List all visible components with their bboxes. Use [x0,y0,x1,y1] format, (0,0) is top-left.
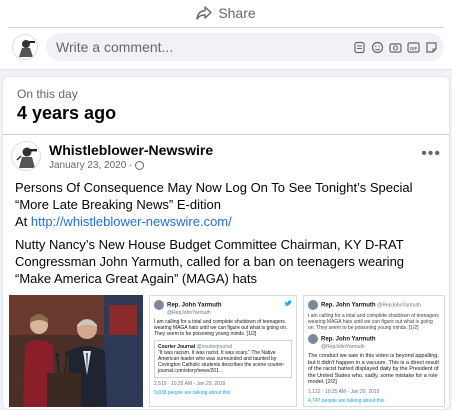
memory-card: On this day 4 years ago Whistleblower-Ne… [2,76,450,410]
tweet-body: I am calling for a total and complete sh… [308,313,439,331]
on-this-day-label: On this day [17,87,78,101]
press-photo[interactable] [9,295,143,407]
reply-footer: 4,747 people are talking about this [308,397,385,404]
photo-illustration [9,295,143,407]
quoted-tweet: Courier Journal @courierjournal "It was … [154,340,292,378]
tweet-handle: @RepJohnYarmuth [167,310,211,316]
comment-input[interactable]: Write a comment... GIF [46,33,444,61]
post-link-line: At http://whistleblower-newswire.com/ [15,213,439,230]
tweet-author: Rep. John Yarmuth [321,302,376,309]
reply-author-row: Rep. John Yarmuth @RepJohnYarmuth [308,334,440,350]
globe-icon [135,161,145,170]
reply-body: The conduct we saw in this video is beyo… [308,353,439,385]
page-avatar[interactable] [11,141,41,171]
share-button[interactable]: Share [0,0,452,26]
tweet-avatar [308,300,318,310]
emoji-icon[interactable] [371,41,384,54]
tweet-handle: @RepJohnYarmuth [377,302,421,309]
whistleblower-logo-icon [16,147,37,168]
gif-icon[interactable]: GIF [407,41,420,54]
tweet-body: I am calling for a total and complete sh… [154,319,288,337]
divider [3,134,449,135]
reply-meta: 1,122 · 10:25 AM - Jan 20, 2019 [308,388,380,395]
quote-body: "It was racism. It was racist. It was sc… [158,350,285,374]
comment-sticker-icon[interactable] [425,41,438,54]
tweet-footer: 9,038 people are talking about this [154,390,231,396]
reply-author: Rep. John Yarmuth [321,336,376,343]
post-body: Persons Of Consequence May Now Log On To… [15,179,439,293]
post-line-2: Nutty Nancy’s New House Budget Committee… [15,237,405,286]
post-date[interactable]: January 23, 2020 · [49,160,145,171]
avatar-figure-icon [19,40,35,57]
comment-placeholder[interactable]: Write a comment... [56,39,353,55]
tweet-author-row: Rep. John Yarmuth @RepJohnYarmuth [308,300,440,310]
comment-tools: GIF [353,41,438,54]
tweet-screenshot-1[interactable]: Rep. John Yarmuth @RepJohnYarmuth I am c… [149,295,297,407]
reply-handle: @RepJohnYarmuth [321,344,365,350]
tweet-author: Rep. John Yarmuth [167,302,222,309]
years-ago-heading: 4 years ago [17,103,117,123]
tweet-screenshot-2[interactable]: Rep. John Yarmuth @RepJohnYarmuth I am c… [303,295,445,407]
post-images[interactable]: Rep. John Yarmuth @RepJohnYarmuth I am c… [9,295,445,407]
twitter-bird-icon [284,300,292,306]
sticker-icon[interactable] [353,41,366,54]
post-line-1: Persons Of Consequence May Now Log On To… [15,180,413,212]
comment-row: Write a comment... GIF [12,33,444,61]
svg-text:GIF: GIF [410,45,418,50]
tweet-author-row: Rep. John Yarmuth @RepJohnYarmuth [154,300,292,316]
post-header: Whistleblower-Newswire January 23, 2020 … [11,141,441,175]
link-prefix: At [15,214,31,229]
share-label[interactable]: Share [218,5,255,21]
share-arrow-icon [196,6,213,20]
camera-icon[interactable] [389,41,402,54]
post-author[interactable]: Whistleblower-Newswire [49,142,213,158]
post-link[interactable]: http://whistleblower-newswire.com/ [31,214,232,229]
previous-post-footer: Share Write a comment... GIF [0,0,452,70]
tweet-meta: 2,519 · 10:25 AM - Jan 20, 2019 [154,381,226,387]
user-avatar[interactable] [12,34,38,60]
post-date-text[interactable]: January 23, 2020 · [49,160,132,171]
reply-avatar [308,334,318,344]
tweet-avatar [154,300,164,310]
more-options-icon[interactable]: ••• [421,145,441,163]
divider [8,27,444,28]
